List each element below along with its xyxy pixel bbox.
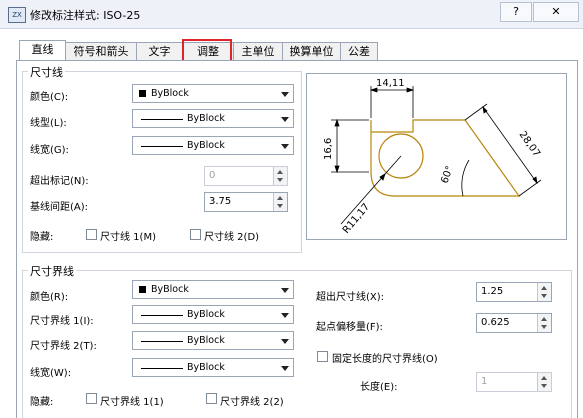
extend-beyond-ticks-label: 超出标记(N):	[30, 176, 89, 187]
color-swatch	[139, 90, 146, 97]
dim-top-label: 14,11	[376, 78, 405, 89]
chevron-down-icon	[281, 117, 289, 122]
dim-color-value: ByBlock	[151, 88, 189, 99]
ext-color-value: ByBlock	[151, 284, 189, 295]
dim-linetype-label: 线型(L):	[30, 118, 67, 129]
preview-pane: 14,11 16,6 28,07 60° R11,17	[306, 73, 567, 240]
offset-label: 起点偏移量(F):	[316, 322, 383, 333]
arrow-down-icon	[541, 294, 547, 298]
fixed-length-checkbox[interactable]	[317, 351, 328, 362]
spinner-buttons[interactable]	[273, 193, 287, 211]
arrow-down-icon	[277, 178, 283, 182]
line-sample	[141, 119, 183, 120]
extend-beyond-value: 1.25	[481, 286, 504, 297]
part-outline	[370, 119, 521, 197]
extend-beyond-ticks-spinner[interactable]: 0	[204, 166, 288, 186]
chevron-down-icon	[281, 144, 289, 149]
suppress-dim-line-2-label: 尺寸线 2(D)	[204, 232, 260, 243]
chevron-down-icon	[281, 339, 289, 344]
baseline-spacing-value: 3.75	[209, 196, 232, 207]
tab-lines[interactable]: 直线	[19, 40, 66, 62]
ext-lineweight-label: 线宽(W):	[30, 368, 72, 379]
close-button[interactable]: ✕	[533, 2, 579, 22]
app-icon: ZX	[8, 7, 26, 23]
suppress-dim-line-1-checkbox[interactable]	[86, 229, 97, 240]
spinner-buttons[interactable]	[537, 373, 551, 391]
dimension-preview-drawing: 14,11 16,6 28,07 60° R11,17	[323, 78, 542, 236]
arrow-up-icon	[277, 170, 283, 174]
color-swatch	[139, 286, 146, 293]
dim-lineweight-dropdown[interactable]: ByBlock	[132, 136, 294, 155]
length-spinner[interactable]: 1	[476, 372, 552, 392]
chevron-down-icon	[281, 366, 289, 371]
extend-beyond-spinner[interactable]: 1.25	[476, 282, 552, 302]
baseline-spacing-label: 基线间距(A):	[30, 202, 89, 213]
suppress-ext-line-1-label: 尺寸界线 1(1)	[100, 397, 164, 408]
line-sample	[141, 315, 183, 316]
suppress-ext-line-1-checkbox[interactable]	[86, 393, 97, 404]
ext-linetype1-value: ByBlock	[187, 309, 225, 320]
arrow-down-icon	[541, 384, 547, 388]
ext-lineweight-dropdown[interactable]: ByBlock	[132, 358, 294, 377]
ext-color-dropdown[interactable]: ByBlock	[132, 280, 294, 299]
arrow-up-icon	[541, 317, 547, 321]
ext-lineweight-value: ByBlock	[187, 362, 225, 373]
offset-value: 0.625	[481, 317, 510, 328]
window-title: 修改标注样式: ISO-25	[30, 9, 141, 22]
arrow-up-icon	[541, 376, 547, 380]
dim-linetype-dropdown[interactable]: ByBlock	[132, 109, 294, 128]
ext-linetype2-dropdown[interactable]: ByBlock	[132, 331, 294, 350]
dim-suppress-label: 隐藏:	[30, 232, 54, 243]
suppress-ext-line-2-label: 尺寸界线 2(2)	[220, 397, 284, 408]
ext-linetype2-label: 尺寸界线 2(T):	[30, 341, 97, 352]
line-sample	[141, 341, 183, 342]
help-button[interactable]: ?	[500, 2, 532, 22]
tab-text[interactable]: 文字	[136, 42, 183, 61]
ext-linetype1-dropdown[interactable]: ByBlock	[132, 305, 294, 324]
arrow-up-icon	[277, 196, 283, 200]
spinner-buttons[interactable]	[537, 314, 551, 332]
arrow-down-icon	[277, 204, 283, 208]
chevron-down-icon	[281, 313, 289, 318]
tab-tolerances[interactable]: 公差	[340, 42, 378, 61]
baseline-spacing-spinner[interactable]: 3.75	[204, 192, 288, 212]
tab-symbols-arrows[interactable]: 符号和箭头	[65, 42, 137, 61]
dim-lineweight-label: 线宽(G):	[30, 145, 69, 156]
dim-lineweight-value: ByBlock	[187, 140, 225, 151]
line-sample	[141, 368, 183, 369]
ext-color-label: 颜色(R):	[30, 292, 69, 303]
length-label: 长度(E):	[360, 382, 398, 393]
ext-suppress-label: 隐藏:	[30, 397, 54, 408]
extend-beyond-label: 超出尺寸线(X):	[316, 292, 385, 303]
tab-alternate-units[interactable]: 换算单位	[282, 42, 341, 61]
tab-primary-units[interactable]: 主单位	[233, 42, 283, 61]
arrow-down-icon	[541, 325, 547, 329]
arrow-up-icon	[541, 286, 547, 290]
dim-right-label: 28,07	[517, 129, 542, 159]
dim-color-dropdown[interactable]: ByBlock	[132, 84, 294, 103]
ext-linetype2-value: ByBlock	[187, 335, 225, 346]
dim-color-label: 颜色(C):	[30, 92, 69, 103]
ext-linetype1-label: 尺寸界线 1(I):	[30, 316, 94, 327]
chevron-down-icon	[281, 288, 289, 293]
suppress-dim-line-2-checkbox[interactable]	[190, 229, 201, 240]
spinner-buttons[interactable]	[537, 283, 551, 301]
dim-linetype-value: ByBlock	[187, 113, 225, 124]
length-value: 1	[481, 376, 488, 387]
chevron-down-icon	[281, 92, 289, 97]
dim-left-label: 16,6	[323, 138, 334, 160]
dim-lines-group-title: 尺寸线	[28, 64, 65, 80]
preview-geometry	[370, 119, 521, 197]
extend-beyond-ticks-value: 0	[209, 170, 216, 181]
fixed-length-label: 固定长度的尺寸界线(O)	[332, 354, 438, 365]
ext-lines-group-title: 尺寸界线	[28, 263, 76, 279]
suppress-dim-line-1-label: 尺寸线 1(M)	[100, 232, 156, 243]
suppress-ext-line-2-checkbox[interactable]	[206, 393, 217, 404]
offset-spinner[interactable]: 0.625	[476, 313, 552, 333]
spinner-buttons[interactable]	[273, 167, 287, 185]
line-sample	[141, 146, 183, 147]
dim-angle-label: 60°	[439, 165, 455, 185]
